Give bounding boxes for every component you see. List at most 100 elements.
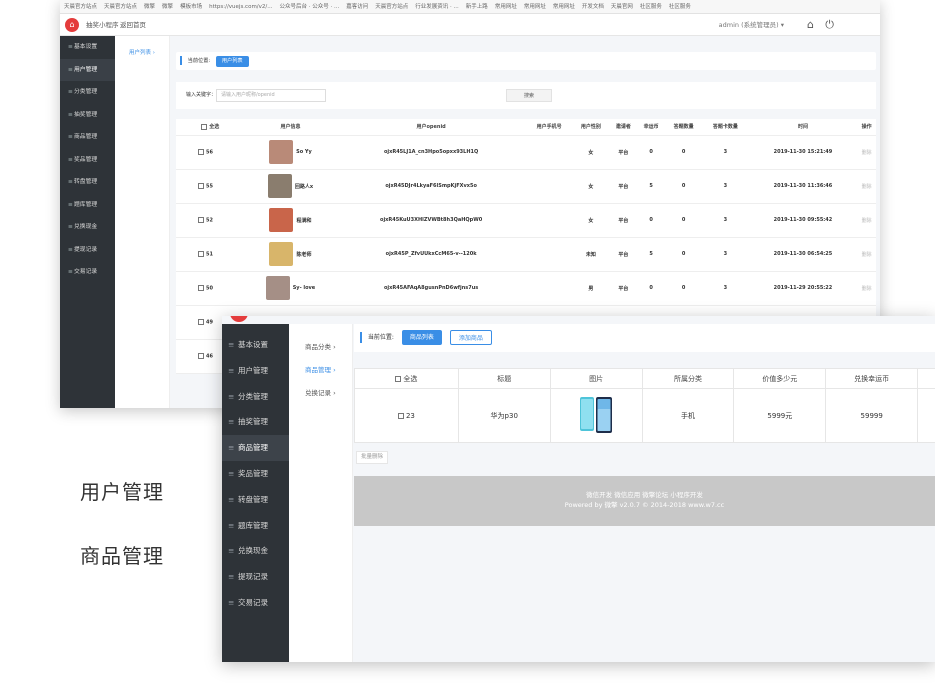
add-product-button[interactable]: 添加商品 — [449, 330, 492, 345]
bookmark-item[interactable]: 常用网址 — [524, 4, 546, 10]
sidebar-item[interactable]: ≡用户管理 — [60, 58, 115, 81]
checkbox-icon[interactable] — [198, 352, 204, 359]
checkbox-icon[interactable] — [198, 250, 204, 257]
sidebar-item[interactable]: ≡分类管理 — [222, 384, 289, 410]
sidebar-item[interactable]: ≡奖品管理 — [60, 149, 115, 172]
bookmark-item[interactable]: 开发文档 — [582, 4, 604, 10]
sidebar-item-label: 提现记录 — [238, 572, 268, 582]
row-select[interactable]: 56 — [176, 135, 245, 170]
column-header-select-all[interactable]: 全选 — [354, 368, 459, 389]
bookmark-item[interactable]: 新手上路 — [466, 4, 488, 10]
batch-delete-button[interactable]: 批量删除 — [356, 451, 389, 464]
bookmark-item[interactable]: 模板市场 — [180, 4, 202, 10]
delete-link[interactable]: 删除 — [857, 169, 876, 204]
product-list-button[interactable]: 商品列表 — [401, 330, 442, 345]
user-inviter: 平台 — [609, 203, 638, 238]
power-icon[interactable]: ⏻ — [825, 14, 834, 36]
search-button[interactable]: 搜索 — [506, 89, 552, 102]
delete-link[interactable]: 删除 — [857, 271, 876, 306]
row-select[interactable]: 50 — [176, 271, 245, 306]
home-icon[interactable]: ⌂ — [807, 14, 814, 36]
submenu-item[interactable]: 兑换记录 › — [289, 382, 352, 405]
sidebar-item[interactable]: ≡题库管理 — [222, 513, 289, 539]
bookmark-item[interactable]: 天晨官方站点 — [64, 4, 97, 10]
sidebar-item-label: 转盘管理 — [238, 494, 268, 504]
bookmark-item[interactable]: https://vuejs.com/v2/... — [209, 4, 272, 10]
sidebar-item[interactable]: ≡转盘管理 — [222, 487, 289, 513]
sidebar-item[interactable]: ≡商品管理 — [222, 435, 289, 461]
sidebar-item[interactable]: ≡基本设置 — [60, 36, 115, 59]
user-time: 2019-11-30 15:21:49 — [748, 135, 858, 170]
user-nickname: So Yy — [296, 149, 312, 155]
column-header: 答题卡数量 — [702, 119, 749, 136]
sidebar-item[interactable]: ≡交易记录 — [222, 590, 289, 616]
bookmark-item[interactable]: 微擎 — [144, 4, 155, 10]
product-list-screenshot: ≡ 基本设置 ≡ 用户管理 ≡ 分类管理 ≡ 抽奖管理 ≡ 商品管理 ≡ 奖品管理 ≡ 转盘管理 ≡ 题库管理… — [222, 316, 935, 662]
column-header: 图片 — [549, 368, 643, 389]
sidebar-item[interactable]: ≡兑换现金 — [222, 538, 289, 564]
sidebar-item[interactable]: ≡提现记录 — [222, 564, 289, 590]
sidebar-item[interactable]: ≡抽奖管理 — [222, 409, 289, 435]
product-table: 全选 标题 图片 所属分类 价值多少元 兑换幸运币 23 华为p30 手机 59… — [354, 368, 935, 443]
sidebar-item[interactable]: ≡奖品管理 — [222, 461, 289, 487]
sidebar-item[interactable]: ≡抽奖管理 — [60, 104, 115, 127]
checkbox-icon[interactable] — [198, 318, 204, 325]
checkbox-icon[interactable] — [397, 412, 404, 419]
submenu-item[interactable]: 商品分类 › — [289, 336, 352, 359]
back-home-link[interactable]: 返回首页 — [120, 14, 146, 36]
row-select[interactable]: 52 — [176, 203, 245, 238]
sidebar-item[interactable]: ≡用户管理 — [222, 358, 289, 384]
bookmark-item[interactable]: 常用网址 — [553, 4, 575, 10]
keyword-input[interactable]: 请输入用户昵称/openid — [216, 89, 326, 102]
bookmark-item[interactable]: 天晨官方站点 — [375, 4, 408, 10]
checkbox-icon[interactable] — [198, 182, 204, 189]
submenu-item-user-list[interactable]: 用户列表 › — [115, 36, 169, 56]
checkbox-icon[interactable] — [201, 123, 208, 130]
submenu-item[interactable]: 商品管理 › — [289, 359, 352, 382]
row-select[interactable]: 55 — [176, 169, 245, 204]
avatar — [269, 242, 294, 266]
sidebar-item-label: 用户管理 — [238, 365, 268, 375]
sidebar-item[interactable]: ≡题库管理 — [60, 194, 115, 217]
sidebar-item[interactable]: ≡转盘管理 — [60, 171, 115, 194]
user-list-button[interactable]: 用户列表 — [215, 56, 249, 67]
sidebar-item[interactable]: ≡商品管理 — [60, 126, 115, 149]
delete-link[interactable]: 删除 — [857, 237, 876, 272]
breadcrumb-label: 当前位置: — [367, 334, 394, 341]
user-info: 陈老师 — [244, 237, 337, 272]
sidebar-item[interactable]: ≡交易记录 — [60, 261, 115, 284]
sidebar-item[interactable]: ≡基本设置 — [222, 332, 289, 358]
bookmark-item[interactable]: 社区服务 — [669, 4, 691, 10]
table-row: 51 陈老师 ojxR45P_ZfvUUkxCcM65-v--120k 未知 平台 5 0 3… — [176, 237, 876, 272]
sidebar-item[interactable]: ≡兑换现金 — [60, 216, 115, 239]
bookmark-item[interactable]: 天晨官网 — [611, 4, 633, 10]
bookmark-item[interactable]: 公众号后台 · 公众号 · ... — [280, 4, 340, 10]
app-name[interactable]: 抽奖小程序 — [86, 14, 119, 36]
checkbox-icon[interactable] — [198, 284, 204, 291]
bookmark-item[interactable]: 行业发展资讯 · ... — [415, 4, 459, 10]
bookmark-item[interactable]: 嘉客访问 — [346, 4, 368, 10]
row-select[interactable]: 23 — [354, 388, 459, 443]
breadcrumb: 当前位置: 用户列表 — [176, 52, 876, 70]
delete-link[interactable]: 删除 — [857, 203, 876, 238]
row-select[interactable]: 51 — [176, 237, 245, 272]
user-openid: ojxR45KuU3XHlZVWBt8h3QaHQpW0 — [336, 203, 526, 238]
bookmark-item[interactable]: 常用网址 — [495, 4, 517, 10]
user-cards: 3 — [702, 135, 749, 170]
bookmark-item[interactable]: 天晨官方站点 — [104, 4, 137, 10]
footer-links[interactable]: 微信开发 微信应用 微擎论坛 小程序开发 — [354, 490, 935, 500]
product-title: 华为p30 — [457, 388, 551, 443]
bookmark-item[interactable]: 微擎 — [162, 4, 173, 10]
footer-powered: Powered by 微擎 v2.0.7 © 2014-2018 www.w7.… — [564, 501, 725, 509]
checkbox-icon[interactable] — [395, 375, 402, 382]
bookmark-item[interactable]: 社区服务 — [640, 4, 662, 10]
admin-menu[interactable]: admin (系统管理员) ▾ — [719, 14, 784, 36]
column-header-select-all[interactable]: 全选 — [176, 119, 245, 136]
menu-icon: ≡ — [228, 520, 235, 530]
checkbox-icon[interactable] — [198, 148, 204, 155]
menu-icon: ≡ — [228, 468, 235, 478]
delete-link[interactable]: 删除 — [857, 135, 876, 170]
sidebar-item[interactable]: ≡提现记录 — [60, 239, 115, 262]
checkbox-icon[interactable] — [198, 216, 204, 223]
sidebar-item[interactable]: ≡分类管理 — [60, 81, 115, 104]
